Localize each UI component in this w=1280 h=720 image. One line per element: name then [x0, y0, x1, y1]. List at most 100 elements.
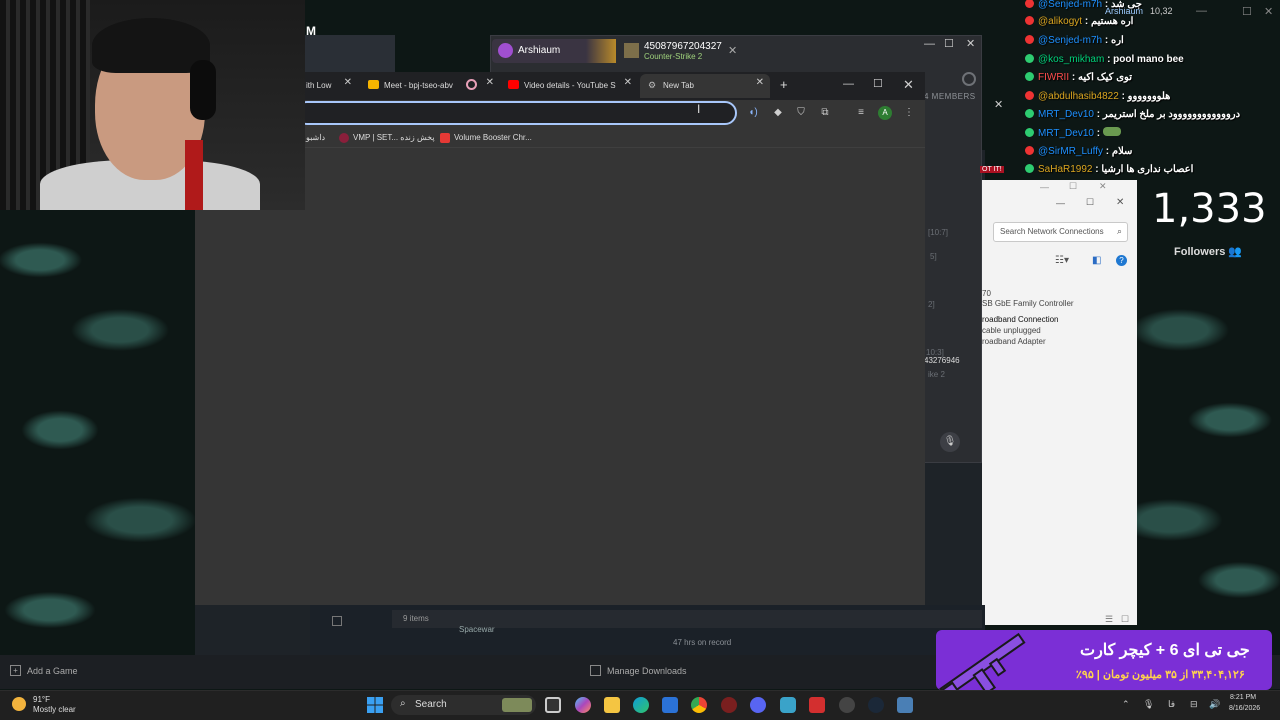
clock-date[interactable]: 8/16/2026	[1229, 705, 1260, 712]
maximize-icon[interactable]: ☐	[1086, 197, 1094, 208]
chat-user: MRT_Dev10	[1038, 109, 1094, 120]
language-icon[interactable]: فا	[1168, 699, 1175, 710]
search-icon: ⌕	[1116, 226, 1122, 236]
obs-icon[interactable]	[750, 697, 766, 713]
shield-icon[interactable]: ⛉	[794, 106, 808, 120]
steam-title-letter: M	[306, 24, 316, 38]
view-options-icon[interactable]: ☷▾	[1055, 255, 1069, 266]
kebab-menu-icon[interactable]: ⋮	[902, 106, 916, 120]
tiles-view-icon[interactable]: ☐	[1121, 614, 1129, 625]
chevron-up-icon[interactable]: ⌃	[1122, 699, 1130, 710]
search-icon: ⌕	[400, 698, 406, 709]
maximize-icon[interactable]: ☐	[873, 77, 883, 90]
minimize-icon[interactable]: —	[1196, 5, 1207, 17]
followers-count: 1,333	[1152, 186, 1267, 232]
ad-title: جی تی ای 6 + کیچر کارت	[1080, 642, 1250, 659]
chrome-icon[interactable]	[691, 697, 707, 713]
avatar	[498, 43, 513, 58]
close-icon[interactable]: ✕	[344, 77, 352, 88]
network-tray-icon[interactable]: ⊟	[1190, 699, 1198, 710]
game-thumbnail[interactable]	[332, 616, 342, 626]
chat-text: : دروووووووووووود بر ملخ استریمر	[1096, 109, 1241, 120]
people-icon: 👥	[1228, 246, 1243, 258]
windows-start-icon[interactable]	[367, 697, 383, 713]
plus-icon[interactable]: +	[10, 665, 21, 676]
minimize-icon[interactable]: —	[843, 78, 854, 90]
steam-icon[interactable]	[868, 697, 884, 713]
browser-tab[interactable]: Video details - YouTube St ✕	[506, 76, 634, 96]
chat-user: @Senjed-m7h	[1038, 35, 1103, 46]
network-item-name[interactable]: roadband Connection	[982, 315, 1059, 324]
maximize-icon[interactable]: ☐	[1069, 181, 1077, 192]
preview-pane-icon[interactable]: ◧	[1092, 255, 1101, 266]
bookmark-item[interactable]: Volume Booster Chr...	[454, 133, 532, 142]
game-name[interactable]: Spacewar	[459, 625, 495, 634]
help-icon[interactable]: ?	[1116, 255, 1127, 266]
copilot-icon[interactable]	[575, 697, 591, 713]
microphone-icon[interactable]: 🎙	[1143, 699, 1154, 710]
close-icon[interactable]: ✕	[756, 77, 764, 88]
manage-downloads-button[interactable]: Manage Downloads	[607, 666, 687, 676]
clock-time[interactable]: 8:21 PM	[1230, 694, 1256, 701]
maximize-icon[interactable]: ☐	[944, 37, 954, 50]
network-icon[interactable]	[897, 697, 913, 713]
extension-icon[interactable]: ◆	[771, 106, 785, 120]
close-icon[interactable]: ✕	[624, 77, 632, 88]
store-icon[interactable]	[662, 697, 678, 713]
task-view-icon[interactable]	[545, 697, 561, 713]
microphone-icon[interactable]: 🎙	[940, 432, 960, 452]
chat-text: : سلام	[1105, 146, 1133, 157]
chat-message: @alikogyt : اره هستیم	[1025, 16, 1133, 27]
app-icon[interactable]	[809, 697, 825, 713]
close-icon[interactable]: ✕	[903, 77, 914, 93]
close-icon[interactable]: ✕	[994, 98, 1003, 111]
weather-description[interactable]: Mostly clear	[33, 705, 76, 714]
browser-tab-active[interactable]: ⚙ New Tab ✕	[640, 74, 770, 98]
close-icon[interactable]: ✕	[1099, 181, 1107, 192]
app-icon[interactable]	[839, 697, 855, 713]
browser-tab[interactable]	[466, 76, 496, 96]
download-icon[interactable]	[590, 665, 601, 676]
close-icon[interactable]: ✕	[966, 37, 975, 50]
close-icon[interactable]: ✕	[1116, 197, 1124, 208]
file-explorer-icon[interactable]	[604, 697, 620, 713]
search-network-input[interactable]: Search Network Connections ⌕	[993, 222, 1128, 242]
discord-tab-arshiaum[interactable]: Arshiaum	[492, 39, 616, 63]
audio-icon[interactable]: ◖)	[746, 106, 760, 120]
weather-icon[interactable]	[12, 697, 26, 711]
minimize-icon[interactable]: —	[924, 38, 935, 50]
minimize-icon[interactable]: —	[1056, 198, 1065, 208]
profile-avatar[interactable]: A	[878, 106, 892, 120]
close-icon[interactable]: ✕	[728, 44, 737, 57]
puzzle-icon[interactable]: ⧉	[818, 106, 832, 120]
search-placeholder: Search Network Connections	[1000, 227, 1104, 236]
close-icon[interactable]: ✕	[1264, 5, 1273, 18]
maximize-icon[interactable]: ☐	[1242, 5, 1252, 18]
add-game-button[interactable]: Add a Game	[27, 666, 78, 676]
minimize-icon[interactable]: —	[1040, 182, 1049, 192]
faint-text: 5]	[930, 252, 937, 261]
tab-label: Meet - bpj-tseo-abv	[384, 81, 453, 90]
discord-tab-cs2[interactable]: 45087967204327 Counter-Strike 2 ✕	[622, 39, 740, 63]
edge-icon[interactable]	[633, 697, 649, 713]
media-control-icon[interactable]: ≡	[854, 106, 868, 120]
chat-text: : هلووووووو	[1121, 91, 1171, 102]
address-bar[interactable]	[295, 101, 737, 125]
telegram-icon[interactable]	[780, 697, 796, 713]
members-label: 4 MEMBERS	[924, 92, 976, 101]
search-highlight-image	[502, 698, 532, 712]
taskbar-search[interactable]: ⌕ Search	[391, 695, 536, 715]
chat-text: :	[1096, 128, 1101, 139]
tab-glow	[586, 39, 616, 63]
speaker-icon[interactable]: 🔊	[1209, 699, 1220, 710]
tab-label: Video details - YouTube St	[524, 81, 616, 90]
browser-tab[interactable]: ith Low ✕	[306, 76, 354, 96]
bookmark-item[interactable]: داشبو	[306, 133, 325, 142]
details-view-icon[interactable]: ☰	[1105, 614, 1113, 625]
app-icon[interactable]	[721, 697, 737, 713]
network-item-status: cable unplugged	[982, 326, 1041, 335]
new-tab-button[interactable]: +	[780, 77, 788, 92]
bookmark-item[interactable]: VMP | SET... پخش زنده	[353, 133, 435, 142]
gear-icon[interactable]	[962, 72, 976, 86]
weather-temperature[interactable]: 91°F	[33, 695, 50, 704]
